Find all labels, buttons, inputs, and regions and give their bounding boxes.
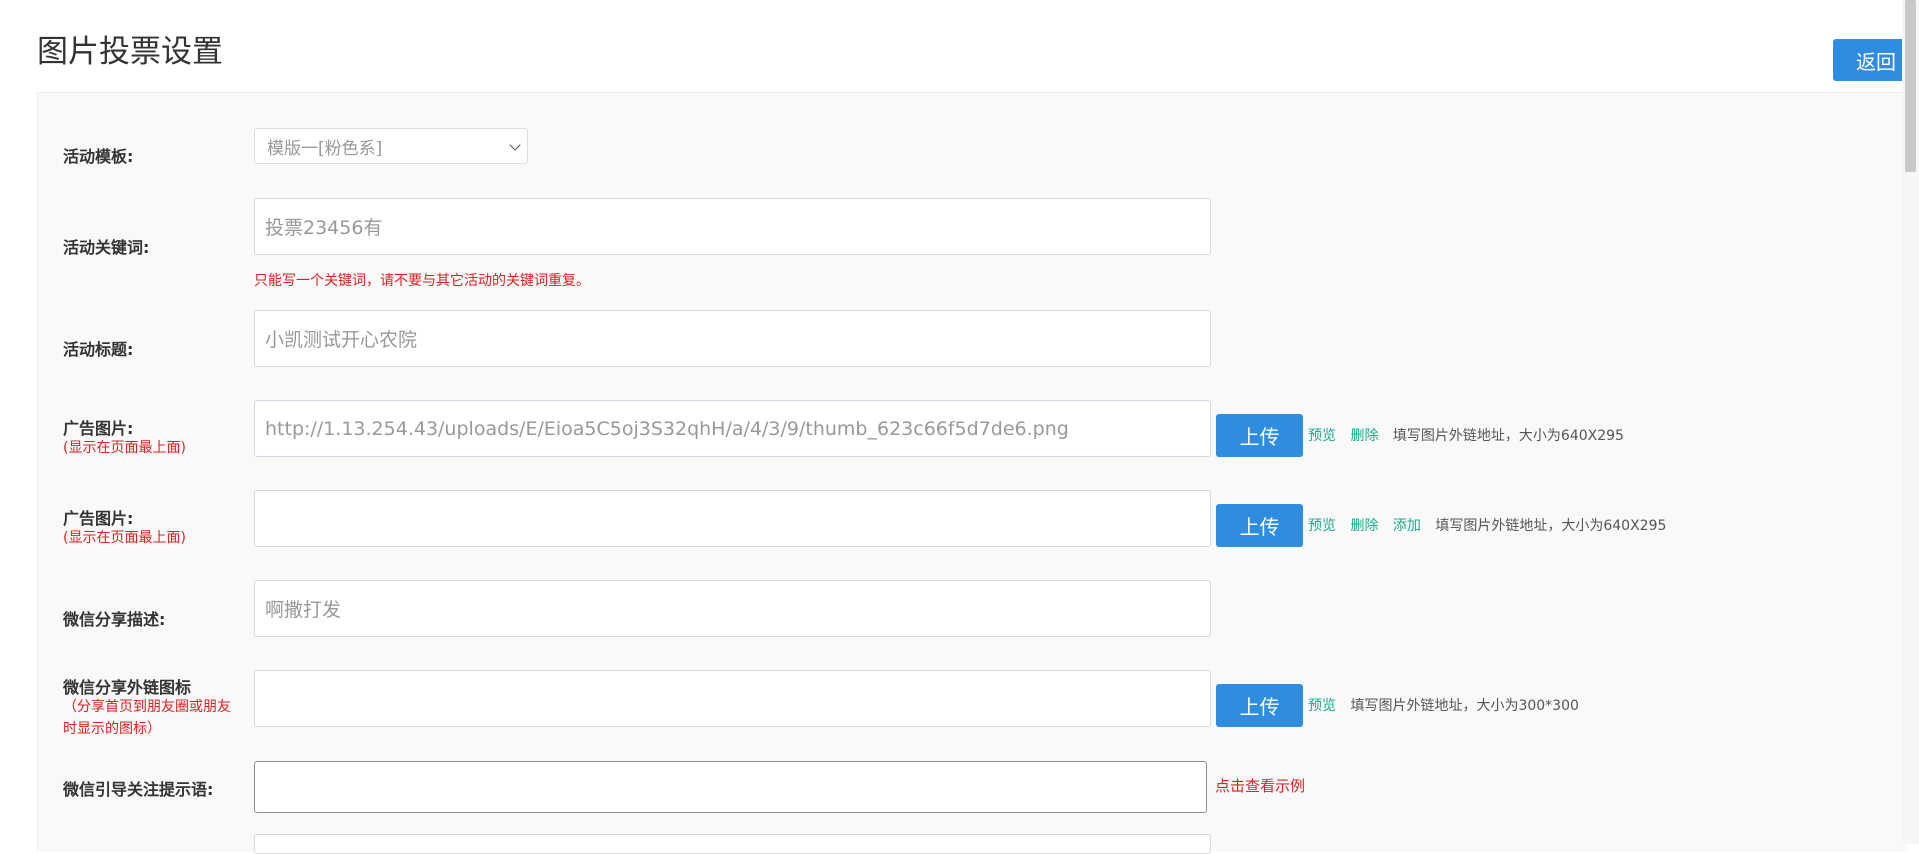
share-desc-label: 微信分享描述: — [63, 610, 166, 629]
chevron-down-icon — [509, 139, 521, 151]
guide-label: 微信引导关注提示语: — [63, 780, 214, 799]
ad2-url-input[interactable] — [254, 490, 1211, 547]
page-title: 图片投票设置 — [37, 34, 223, 70]
ad1-preview-link[interactable]: 预览 — [1308, 428, 1336, 444]
ad1-delete-link[interactable]: 删除 — [1350, 428, 1378, 444]
share-icon-note: 填写图片外链地址，大小为300*300 — [1350, 698, 1579, 714]
template-select[interactable]: 模版一[粉色系] — [254, 128, 528, 164]
next-field-input[interactable] — [254, 834, 1211, 854]
guide-input[interactable] — [254, 761, 1207, 813]
keyword-label: 活动关键词: — [63, 238, 150, 257]
share-icon-upload-button[interactable]: 上传 — [1216, 684, 1303, 727]
template-select-value: 模版一[粉色系] — [267, 138, 383, 159]
keyword-hint: 只能写一个关键词，请不要与其它活动的关键词重复。 — [254, 273, 590, 289]
share-icon-label: 微信分享外链图标 — [63, 678, 192, 697]
title-input[interactable]: 小凯测试开心农院 — [254, 310, 1211, 367]
share-icon-url-input[interactable] — [254, 670, 1211, 727]
ad2-sublabel: (显示在页面最上面) — [63, 530, 186, 546]
ad1-sublabel: (显示在页面最上面) — [63, 440, 186, 456]
guide-example-link[interactable]: 点击查看示例 — [1215, 775, 1305, 796]
share-desc-input[interactable]: 啊撒打发 — [254, 580, 1211, 637]
share-icon-preview-link[interactable]: 预览 — [1308, 698, 1336, 714]
share-icon-sublabel-2: 时显示的图标） — [63, 721, 161, 737]
scrollbar[interactable] — [1902, 0, 1919, 844]
ad2-preview-link[interactable]: 预览 — [1308, 518, 1336, 534]
ad2-label: 广告图片: — [63, 509, 134, 528]
ad2-actions: 预览 删除 添加 填写图片外链地址，大小为640X295 — [1308, 515, 1666, 535]
share-icon-actions: 预览 填写图片外链地址，大小为300*300 — [1308, 695, 1579, 715]
ad1-label: 广告图片: — [63, 419, 134, 438]
ad2-add-link[interactable]: 添加 — [1393, 518, 1421, 534]
scrollbar-thumb[interactable] — [1905, 0, 1916, 172]
ad2-upload-button[interactable]: 上传 — [1216, 504, 1303, 547]
ad1-actions: 预览 删除 填写图片外链地址，大小为640X295 — [1308, 425, 1624, 445]
title-label: 活动标题: — [63, 340, 134, 359]
ad1-url-input[interactable]: http://1.13.254.43/uploads/E/Eioa5C5oj3S… — [254, 400, 1211, 457]
ad2-note: 填写图片外链地址，大小为640X295 — [1435, 518, 1667, 534]
ad1-upload-button[interactable]: 上传 — [1216, 414, 1303, 457]
ad1-note: 填写图片外链地址，大小为640X295 — [1392, 428, 1624, 444]
template-label: 活动模板: — [63, 147, 134, 166]
keyword-input[interactable]: 投票23456有 — [254, 198, 1211, 255]
ad2-delete-link[interactable]: 删除 — [1350, 518, 1378, 534]
share-icon-sublabel-1: （分享首页到朋友圈或朋友 — [63, 699, 231, 715]
